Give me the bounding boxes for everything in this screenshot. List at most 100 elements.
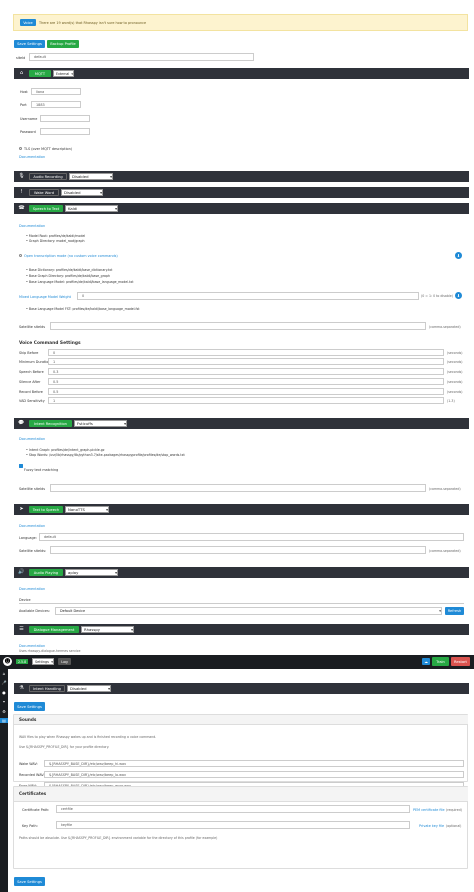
mixed-lm-label: Mixed Language Model Weight bbox=[19, 295, 71, 299]
wake-word-select[interactable]: Disabled ▾ bbox=[61, 189, 103, 196]
sound-input[interactable]: ${RHASSPY_BASE_DIR}/etc/wav/beep_hi.wav bbox=[44, 760, 464, 767]
key-path-input[interactable]: keyfile bbox=[56, 821, 410, 829]
audio-recording-button[interactable]: Audio Recording bbox=[29, 173, 67, 180]
intent-handling-button[interactable]: Intent Handling bbox=[29, 685, 65, 692]
save-settings-button-2[interactable]: Save Settings bbox=[14, 702, 45, 711]
rhasspy-logo[interactable]: ☻ bbox=[3, 657, 12, 666]
flask-icon: ⚗ bbox=[19, 685, 24, 691]
quote-nav-icon[interactable]: ❞ bbox=[0, 700, 8, 705]
home-icon: ⌂ bbox=[19, 70, 24, 76]
play-nav-icon[interactable]: ● bbox=[0, 690, 8, 695]
audio-playing-documentation-link[interactable]: Documentation bbox=[19, 587, 45, 591]
download-icon[interactable]: ⬇ bbox=[455, 252, 462, 259]
vc-unit: (seconds) bbox=[447, 360, 463, 364]
voice-button[interactable]: Voice bbox=[20, 19, 36, 26]
tts-satellite-input[interactable] bbox=[50, 546, 426, 554]
cloud-button[interactable]: ☁ bbox=[422, 658, 430, 665]
certificates-panel-header bbox=[13, 786, 468, 802]
dialogue-select[interactable]: Rhasspy ▾ bbox=[81, 626, 134, 633]
intent-recognition-select[interactable]: Fsticuffs ▾ bbox=[74, 420, 127, 427]
available-devices-select[interactable]: Default Device ▾ bbox=[55, 607, 442, 615]
mqtt-button[interactable]: MQTT bbox=[29, 70, 51, 77]
sounds-desc-2: Use ${RHASSPY_PROFILE_DIR} for your prof… bbox=[19, 745, 110, 749]
certificates-title: Certificates bbox=[19, 791, 47, 796]
cert-path-label: Certificate Path: bbox=[22, 808, 50, 812]
save-settings-button-3[interactable]: Save Settings bbox=[14, 877, 45, 886]
dialogue-header: ☰ Dialogue Management Rhasspy ▾ bbox=[14, 624, 469, 635]
fuzzy-checkbox[interactable] bbox=[19, 464, 23, 468]
speech-to-text-header: ☎ Speech to Text Kaldi ▾ bbox=[14, 203, 469, 214]
alert-text: There are 19 word(s) that Rhasspy isn't … bbox=[39, 21, 147, 25]
open-transcription-checkbox[interactable] bbox=[19, 254, 22, 257]
stt-satellite-input[interactable] bbox=[50, 322, 426, 330]
username-input[interactable] bbox=[40, 115, 90, 122]
save-settings-button[interactable]: Save Settings bbox=[14, 40, 45, 48]
mqtt-documentation-link[interactable]: Documentation bbox=[19, 155, 45, 159]
intent-handling-select[interactable]: Disabled ▾ bbox=[67, 685, 111, 692]
vc-input[interactable]: 0 bbox=[48, 349, 444, 356]
username-label: Username bbox=[20, 117, 38, 121]
vc-unit: (seconds) bbox=[447, 380, 463, 384]
sound-input[interactable]: ${RHASSPY_BASE_DIR}/etc/wav/beep_lo.wav bbox=[44, 771, 464, 778]
intent-satellite-input[interactable] bbox=[50, 484, 426, 492]
audio-recording-select[interactable]: Disabled ▾ bbox=[69, 173, 113, 180]
device-input[interactable] bbox=[19, 603, 464, 604]
stop-words-item: Stop Words: /usr/lib/rhasspy/lib/python3… bbox=[26, 453, 185, 457]
stt-satellite-hint: (comma-separated) bbox=[429, 325, 461, 329]
speech-to-text-button[interactable]: Speech to Text bbox=[29, 205, 63, 212]
tts-button[interactable]: Text to Speech bbox=[29, 506, 63, 513]
sounds-panel-header bbox=[13, 714, 468, 725]
vc-input[interactable]: 1 bbox=[48, 358, 444, 365]
tts-select[interactable]: NanoTTS ▾ bbox=[65, 506, 109, 513]
log-button[interactable]: Log bbox=[58, 658, 71, 665]
siteid-input[interactable]: default bbox=[29, 53, 254, 61]
vc-input[interactable]: 0.5 bbox=[48, 378, 444, 385]
audio-playing-select[interactable]: aplay ▾ bbox=[65, 569, 118, 576]
wake-word-header: ! Wake Word Disabled ▾ bbox=[14, 187, 469, 198]
vc-unit: (seconds) bbox=[447, 390, 463, 394]
intent-recognition-button[interactable]: Intent Recognition bbox=[29, 420, 72, 427]
sound-label: Recorded WAV: bbox=[19, 773, 45, 777]
backup-profile-button[interactable]: Backup Profile bbox=[47, 40, 79, 48]
vc-input[interactable]: 0.5 bbox=[48, 388, 444, 395]
tls-checkbox[interactable] bbox=[19, 147, 22, 150]
certificates-note: Paths should be absolute. Use ${RHASSPY_… bbox=[19, 836, 218, 840]
intent-graph-item: Intent Graph: profiles/de/intent_graph.p… bbox=[26, 448, 105, 452]
tls-label: TLS (over MQTT description) bbox=[24, 147, 73, 151]
vc-label: VAD Sensitivity bbox=[19, 399, 45, 403]
vc-input[interactable]: 0.3 bbox=[48, 368, 444, 375]
open-transcription-label: Open transcription mode (no custom voice… bbox=[24, 254, 118, 258]
mqtt-header: ⌂ MQTT External ▾ bbox=[14, 68, 469, 79]
tts-language-input[interactable]: default bbox=[39, 533, 464, 541]
stt-documentation-link[interactable]: Documentation bbox=[19, 224, 45, 228]
graph-dir-item: Graph Directory: model_root/graph bbox=[26, 239, 85, 243]
mixed-lm-input[interactable]: 0 bbox=[77, 292, 419, 300]
intent-documentation-link[interactable]: Documentation bbox=[19, 437, 45, 441]
settings-select[interactable]: Settings ▾ bbox=[32, 658, 54, 665]
speech-to-text-select[interactable]: Kaldi ▾ bbox=[65, 205, 118, 212]
download-icon-2[interactable]: ⬇ bbox=[455, 292, 462, 299]
home-nav-icon[interactable]: ⌂ bbox=[0, 671, 8, 676]
gear-nav-icon[interactable]: ⚙ bbox=[0, 709, 8, 714]
password-input[interactable] bbox=[40, 128, 90, 135]
mic-nav-icon[interactable]: 🎤 bbox=[0, 680, 8, 685]
voice-command-title: Voice Command Settings bbox=[19, 341, 81, 346]
audio-playing-button[interactable]: Audio Playing bbox=[29, 569, 63, 576]
base-graph-item: Base Graph Directory: profiles/de/kaldi/… bbox=[26, 274, 110, 278]
restart-button[interactable]: Restart bbox=[451, 657, 470, 666]
refresh-button[interactable]: Refresh bbox=[445, 607, 464, 615]
train-button[interactable]: Train bbox=[432, 657, 449, 666]
port-input[interactable]: 1883 bbox=[31, 101, 81, 108]
base-dictionary-item: Base Dictionary: profiles/de/kaldi/base_… bbox=[26, 268, 113, 272]
dialogue-documentation-link[interactable]: Documentation bbox=[19, 644, 45, 648]
host-input[interactable]: liana bbox=[31, 88, 81, 95]
port-label: Port bbox=[20, 103, 27, 107]
wake-word-button[interactable]: Wake Word bbox=[29, 189, 59, 196]
cert-path-input[interactable]: certfile bbox=[56, 805, 410, 813]
mqtt-mode-select[interactable]: External ▾ bbox=[53, 70, 74, 77]
tts-documentation-link[interactable]: Documentation bbox=[19, 524, 45, 528]
book-nav-icon[interactable]: ▤ bbox=[0, 718, 8, 723]
dialogue-button[interactable]: Dialogue Management bbox=[29, 626, 79, 633]
intent-satellite-hint: (comma-separated) bbox=[429, 487, 461, 491]
vc-input[interactable]: 1 bbox=[48, 397, 444, 404]
